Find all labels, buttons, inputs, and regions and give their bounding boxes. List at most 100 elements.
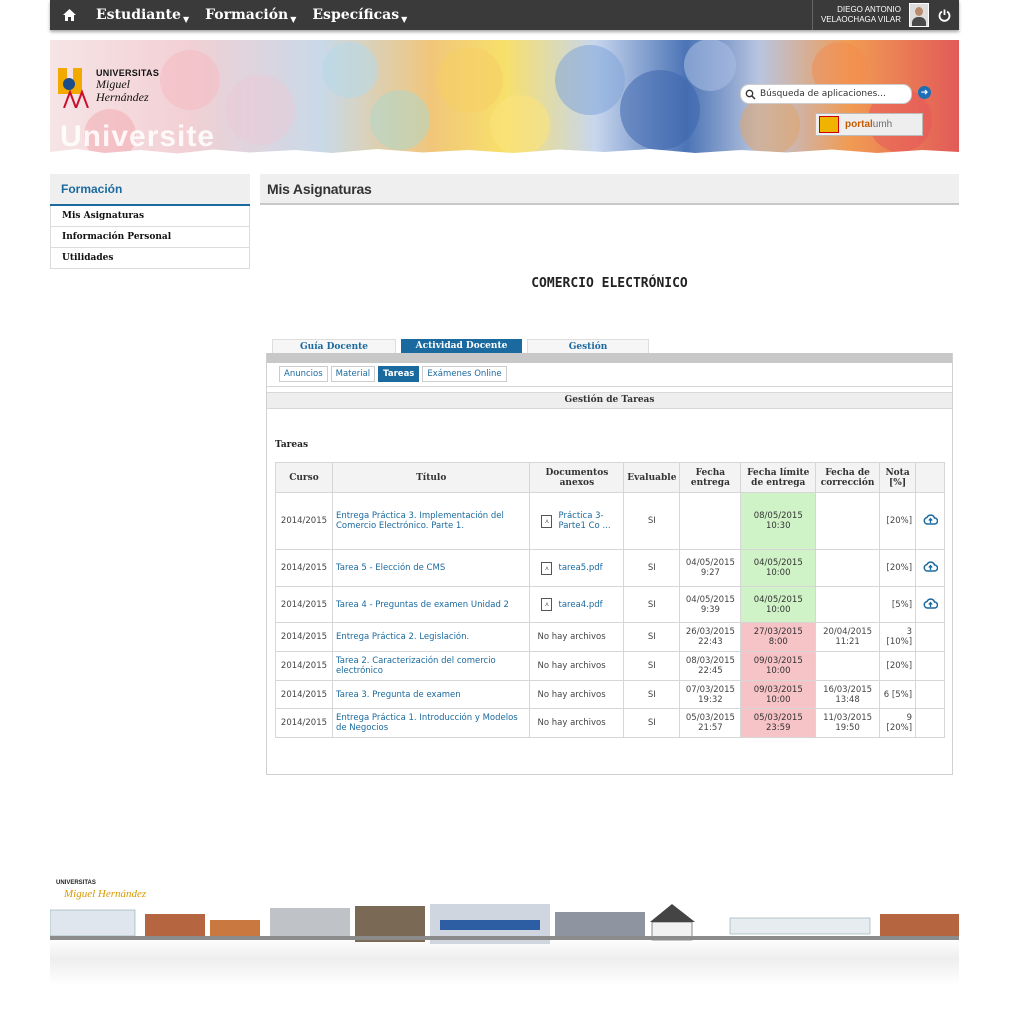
deadline-cell: 09/03/2015 10:00 bbox=[740, 651, 817, 681]
correction-date-cell bbox=[815, 492, 881, 550]
task-title-link[interactable]: Tarea 3. Pregunta de examen bbox=[331, 680, 531, 709]
deadline-cell: 27/03/2015 8:00 bbox=[740, 622, 817, 652]
main-content: Mis Asignaturas bbox=[260, 174, 959, 205]
grade-cell: [5%] bbox=[879, 586, 917, 623]
course-year-cell: 2014/2015 bbox=[275, 492, 333, 550]
tab-actividad-docente[interactable]: Actividad Docente bbox=[401, 339, 522, 353]
cloud-upload-icon[interactable] bbox=[923, 597, 938, 609]
tareas-heading: Tareas bbox=[275, 440, 309, 450]
upload-cell bbox=[915, 622, 945, 652]
attachment-link[interactable]: ⋏ Práctica 3-Parte1 Co ... bbox=[533, 511, 620, 531]
pdf-file-icon: ⋏ bbox=[541, 514, 553, 528]
course-year-cell: 2014/2015 bbox=[275, 586, 333, 623]
chevron-down-icon: ▼ bbox=[290, 13, 297, 24]
delivery-date-cell: 07/03/2015 19:32 bbox=[679, 680, 742, 709]
home-icon[interactable] bbox=[58, 9, 80, 21]
attachments-cell: No hay archivos bbox=[529, 622, 625, 652]
course-year-cell: 2014/2015 bbox=[275, 622, 333, 652]
campus-buildings-illustration bbox=[50, 904, 959, 944]
sidebar-item-utilidades[interactable]: Utilidades bbox=[50, 248, 250, 269]
menu-formacion[interactable]: Formación ▼ bbox=[205, 7, 296, 24]
deadline-cell: 05/03/2015 23:59 bbox=[740, 708, 817, 738]
task-title-link[interactable]: Tarea 4 - Preguntas de examen Unidad 2 bbox=[331, 586, 531, 623]
attachment-name: Práctica 3-Parte1 Co ... bbox=[558, 511, 611, 531]
deadline-cell: 09/03/2015 10:00 bbox=[740, 680, 817, 709]
search-placeholder: Búsqueda de aplicaciones... bbox=[760, 89, 886, 99]
portal-label-umh: umh bbox=[872, 119, 893, 130]
footer-logo-miguel-hernandez: Miguel Hernández bbox=[64, 888, 147, 900]
user-info[interactable]: DIEGO ANTONIO VELAOCHAGA VILAR bbox=[811, 0, 929, 30]
upload-cell bbox=[915, 492, 945, 550]
delivery-date-cell: 08/03/2015 22:45 bbox=[679, 651, 742, 681]
upload-cell bbox=[915, 586, 945, 623]
column-header: Evaluable bbox=[623, 462, 681, 493]
menu-estudiante[interactable]: Estudiante ▼ bbox=[96, 7, 189, 24]
correction-date-cell bbox=[815, 586, 881, 623]
page-title: Mis Asignaturas bbox=[260, 174, 959, 205]
column-header: Fecha límite de entrega bbox=[740, 462, 817, 493]
subtab-anuncios[interactable]: Anuncios bbox=[279, 366, 328, 382]
attachments-cell: ⋏ tarea4.pdf bbox=[529, 586, 625, 623]
task-title-link[interactable]: Entrega Práctica 3. Implementación del C… bbox=[331, 492, 531, 550]
subtabs: Anuncios Material Tareas Exámenes Online bbox=[279, 366, 510, 382]
correction-date-cell: 11/03/2015 19:50 bbox=[815, 708, 881, 738]
sidebar-item-mis-asignaturas[interactable]: Mis Asignaturas bbox=[50, 206, 250, 227]
attachment-link[interactable]: ⋏ tarea4.pdf bbox=[533, 598, 620, 611]
cloud-upload-icon[interactable] bbox=[923, 561, 938, 572]
delivery-date-cell: 04/05/2015 9:27 bbox=[679, 549, 742, 587]
sidebar-item-informacion-personal[interactable]: Información Personal bbox=[50, 227, 250, 248]
user-name: DIEGO ANTONIO VELAOCHAGA VILAR bbox=[821, 5, 901, 25]
footer-logo-universitas: UNIVERSITAS bbox=[56, 880, 96, 886]
evaluable-cell: SI bbox=[623, 492, 681, 550]
chevron-down-icon: ▼ bbox=[401, 13, 408, 24]
course-year-cell: 2014/2015 bbox=[275, 680, 333, 709]
evaluable-cell: SI bbox=[623, 651, 681, 681]
menu-especificas[interactable]: Específicas ▼ bbox=[312, 7, 407, 24]
grade-cell: 3 [10%] bbox=[879, 622, 917, 652]
correction-date-cell: 20/04/2015 11:21 bbox=[815, 622, 881, 652]
attachments-cell: No hay archivos bbox=[529, 708, 625, 738]
no-files-text: No hay archivos bbox=[537, 632, 606, 642]
task-title-link[interactable]: Entrega Práctica 1. Introducción y Model… bbox=[331, 708, 531, 738]
avatar[interactable] bbox=[909, 3, 929, 27]
evaluable-cell: SI bbox=[623, 622, 681, 652]
task-title-link[interactable]: Tarea 5 - Elección de CMS bbox=[331, 549, 531, 587]
upload-cell bbox=[915, 651, 945, 681]
delivery-date-cell: 04/05/2015 9:39 bbox=[679, 586, 742, 623]
attachment-link[interactable]: ⋏ tarea5.pdf bbox=[533, 561, 620, 575]
table-row: 2014/2015 Tarea 4 - Preguntas de examen U… bbox=[275, 586, 945, 623]
course-year-cell: 2014/2015 bbox=[275, 651, 333, 681]
subtab-material[interactable]: Material bbox=[330, 366, 376, 382]
header-banner: UNIVERSITAS Miguel Hernández Universite … bbox=[50, 40, 959, 156]
column-header: Documentos anexos bbox=[529, 462, 625, 493]
table-row: 2014/2015 Entrega Práctica 1. Introducció… bbox=[275, 708, 945, 738]
power-icon[interactable] bbox=[929, 9, 959, 22]
evaluable-cell: SI bbox=[623, 680, 681, 709]
menu-label: Formación bbox=[205, 6, 289, 23]
deadline-cell: 08/05/2015 10:30 bbox=[740, 492, 817, 550]
university-logo[interactable]: UNIVERSITAS Miguel Hernández bbox=[56, 68, 159, 111]
correction-date-cell: 16/03/2015 13:48 bbox=[815, 680, 881, 709]
no-files-text: No hay archivos bbox=[537, 661, 606, 671]
search-go-icon[interactable]: ➜ bbox=[918, 86, 931, 99]
task-title-link[interactable]: Entrega Práctica 2. Legislación. bbox=[331, 622, 531, 652]
no-files-text: No hay archivos bbox=[537, 689, 606, 700]
tasks-table: Curso Título Documentos anexos Evaluable… bbox=[275, 462, 945, 738]
subtab-examenes-online[interactable]: Exámenes Online bbox=[422, 366, 507, 382]
grade-cell: [20%] bbox=[879, 549, 917, 587]
subtab-tareas[interactable]: Tareas bbox=[378, 366, 420, 382]
table-header-row: Curso Título Documentos anexos Evaluable… bbox=[275, 462, 945, 493]
task-title-link[interactable]: Tarea 2. Caracterización del comercio el… bbox=[331, 651, 531, 681]
logo-text-hernandez: Hernández bbox=[96, 90, 149, 104]
delivery-date-cell: 26/03/2015 22:43 bbox=[679, 622, 742, 652]
delivery-date-cell bbox=[679, 492, 742, 550]
pdf-file-icon: ⋏ bbox=[541, 598, 553, 611]
attachment-name: tarea4.pdf bbox=[558, 599, 603, 610]
upload-cell bbox=[915, 680, 945, 709]
column-header: Curso bbox=[275, 462, 333, 493]
sidebar: Formación Mis Asignaturas Información Pe… bbox=[50, 174, 250, 269]
app-search-input[interactable]: Búsqueda de aplicaciones... bbox=[740, 84, 912, 104]
portal-umh-button[interactable]: portal umh bbox=[815, 113, 923, 136]
activity-panel: Anuncios Material Tareas Exámenes Online… bbox=[266, 353, 953, 775]
cloud-upload-icon[interactable] bbox=[923, 514, 938, 525]
